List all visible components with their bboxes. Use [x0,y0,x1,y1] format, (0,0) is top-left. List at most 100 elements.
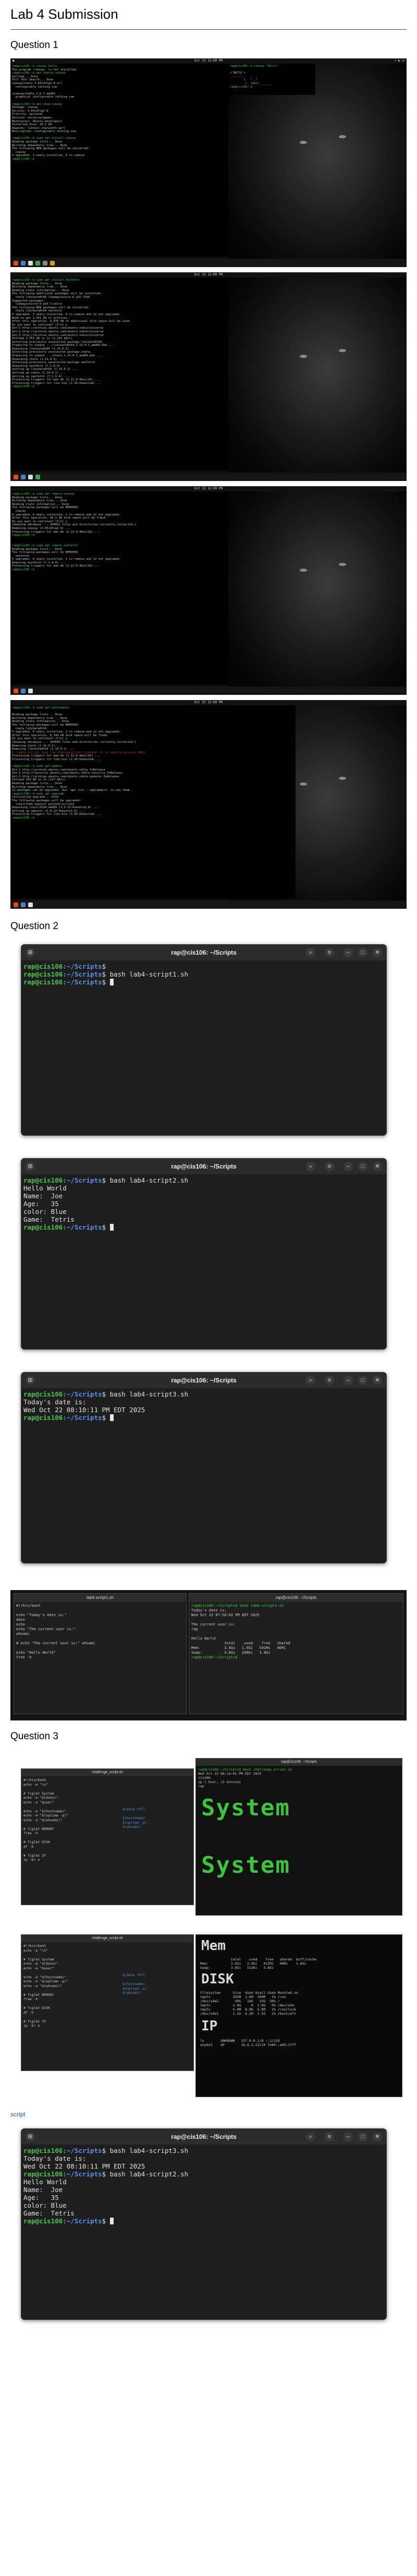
text-line [122,1978,147,1982]
app-icon[interactable] [35,474,40,479]
text-line: # figlet System [23,1957,54,1961]
text-line [23,1849,191,1853]
search-icon[interactable]: ⌕ [306,2132,315,2141]
text-line: echo "Hello World" [16,1651,56,1655]
terminal-line: rap@cis106:~/Scripts$ [23,1414,384,1422]
text-line: echo -e "$(uptime -p)" [23,1813,69,1817]
app-icon[interactable] [21,474,26,479]
app-icon[interactable] [43,260,47,266]
app-icon[interactable] [14,474,18,479]
wallpaper-eye [339,348,347,352]
menu-icon[interactable]: ≡ [325,2132,334,2141]
minimize-icon[interactable]: – [344,2132,353,2141]
text-line: echo -e "$(hostname)" [23,1809,67,1813]
text-line: Reading package lists... Done [12,140,63,144]
text-line: # figlet IP [23,2019,46,2024]
text-line [23,1953,191,1957]
window-title: rap@cis106: ~/Scripts [171,2133,237,2140]
desktop-topbar: Oct 22 12:00 PM [10,486,407,491]
app-icon[interactable] [28,260,33,266]
minimize-icon[interactable]: – [344,1376,353,1385]
new-tab-icon[interactable]: ⊞ [26,1162,35,1171]
text-line: rap@cis106:~$ sudo apt install cowsay [12,137,76,140]
app-icon[interactable] [35,260,40,266]
cursor [109,1414,114,1421]
text-line [16,1636,184,1641]
maximize-icon[interactable]: □ [358,948,367,957]
editor-code[interactable]: #!/bin/bash echo -e "\n" # figlet System e… [21,1776,193,1864]
menu-icon[interactable]: ≡ [325,1162,334,1171]
terminal-output[interactable]: rap@cis106:~/Scripts$ bash challenge_scr… [196,1766,402,1790]
maximize-icon[interactable]: □ [358,1376,367,1385]
section-heading-q2: Question 2 [10,921,58,932]
app-icon[interactable] [28,688,33,693]
text-editor-window: lab4-script1.sh #!/bin/bash echo "Today'… [14,1593,187,1714]
text-line: rap@cis106:~$ [12,534,35,537]
new-tab-icon[interactable]: ⊞ [26,1376,35,1385]
app-icon[interactable] [14,260,18,266]
app-icon[interactable] [21,688,26,693]
text-line: Building dependency tree... Done [12,716,67,720]
app-icon[interactable] [28,902,33,907]
text-line: Reading package lists... Done [12,782,63,786]
text-line: Preparing to unpack .../libchafa0t64_1.1… [12,344,114,347]
close-icon[interactable]: ✕ [373,948,382,957]
script-link[interactable]: script [10,2111,26,2118]
text-line: Hello World [191,1636,216,1641]
text-line: Selecting previously unselected package … [12,361,97,365]
topbar-clock: Oct 22 12:00 PM [194,273,223,276]
text-line: /dev/sda2 49G 14G 33G 30% / [200,1999,280,2003]
text-line [23,1836,191,1840]
text-line [12,540,227,544]
close-icon[interactable]: ✕ [373,1376,382,1385]
menu-icon[interactable]: ≡ [325,1376,334,1385]
text-line: color: Blue [23,1208,67,1215]
app-icon[interactable] [21,902,26,907]
wallpaper-eye [339,776,347,780]
terminal-body[interactable]: rap@cis106:~/Scripts$ bash lab4-script3.… [21,2145,386,2227]
close-icon[interactable]: ✕ [373,1162,382,1171]
terminal-line: rap@cis106:~/Scripts$ bash lab4-script2.… [23,2170,189,2178]
search-icon[interactable]: ⌕ [306,1376,315,1385]
terminal-body[interactable]: rap@cis106:~/Scripts$ bash lab4-script3.… [21,1388,386,1424]
terminal-body[interactable]: rap@cis106:~/Scripts$ bash lab4-script2.… [21,1174,386,1233]
editor-code[interactable]: #!/bin/bash echo -e "\n" # figlet System e… [21,1942,193,2030]
search-icon[interactable]: ⌕ [306,948,315,957]
terminal-output[interactable]: rap@cis106:~/Scripts$ bash lab4-script1.… [189,1602,403,1662]
new-tab-icon[interactable]: ⊞ [26,948,35,957]
text-line: ip -br a [23,1858,40,1862]
text-line: Setting up neofetch (7.1.0-4) ... [12,375,69,378]
text-line: Section: universe/games [12,116,52,119]
search-icon[interactable]: ⌕ [306,1162,315,1171]
text-line: chafa libchafa0t64 [12,727,47,730]
close-icon[interactable]: ✕ [373,2132,382,2141]
text-line: Building dependency tree... Done [12,785,67,789]
text-line: \ (oo)\_______ [230,81,272,85]
text-line: 0 upgraded, 0 newly installed, 2 to remo… [12,730,121,734]
text-line: echo -e "$(date)" [23,1961,58,1966]
new-tab-icon[interactable]: ⊞ [26,2132,35,2141]
editor-code[interactable]: #!/bin/bash echo "Today's date is:" date e… [14,1602,186,1662]
terminal-body[interactable]: rap@cis106:~/Scripts$ rap@cis106:~/Scrip… [21,960,386,988]
text-line: After this operation, 9,876 kB of additi… [12,320,131,323]
maximize-icon[interactable]: □ [358,2132,367,2141]
terminal-line: rap@cis106:~/Scripts$ bash lab4-script2.… [23,1176,189,1184]
terminal-titlebar: rap@cis106: ~/Scripts [196,1759,402,1766]
menu-icon[interactable]: ≡ [325,948,334,957]
terminal-left-pane: rap@cis106:~$ cowsay hello The program 'c… [10,64,228,257]
screenshot-autoremove-update: Oct 22 12:00 PM rap@cis106:~$ sudo apt a… [10,700,407,909]
editor-titlebar: lab4-script1.sh [14,1594,186,1602]
app-icon[interactable] [50,260,55,266]
minimize-icon[interactable]: – [344,1162,353,1171]
text-line: $(uptime -p) [122,1820,147,1825]
text-line: cowsay [12,509,26,513]
app-icon[interactable] [14,688,18,693]
minimize-icon[interactable]: – [344,948,353,957]
app-icon[interactable] [28,474,33,479]
screenshot-challenge-script-2: challenge_script.sh #!/bin/bash echo -e "… [10,1929,407,2101]
maximize-icon[interactable]: □ [358,1162,367,1171]
app-icon[interactable] [14,902,18,907]
text-line: Reading package lists... Done [12,547,63,551]
text-line: free -h [16,1655,32,1659]
app-icon[interactable] [21,260,26,266]
